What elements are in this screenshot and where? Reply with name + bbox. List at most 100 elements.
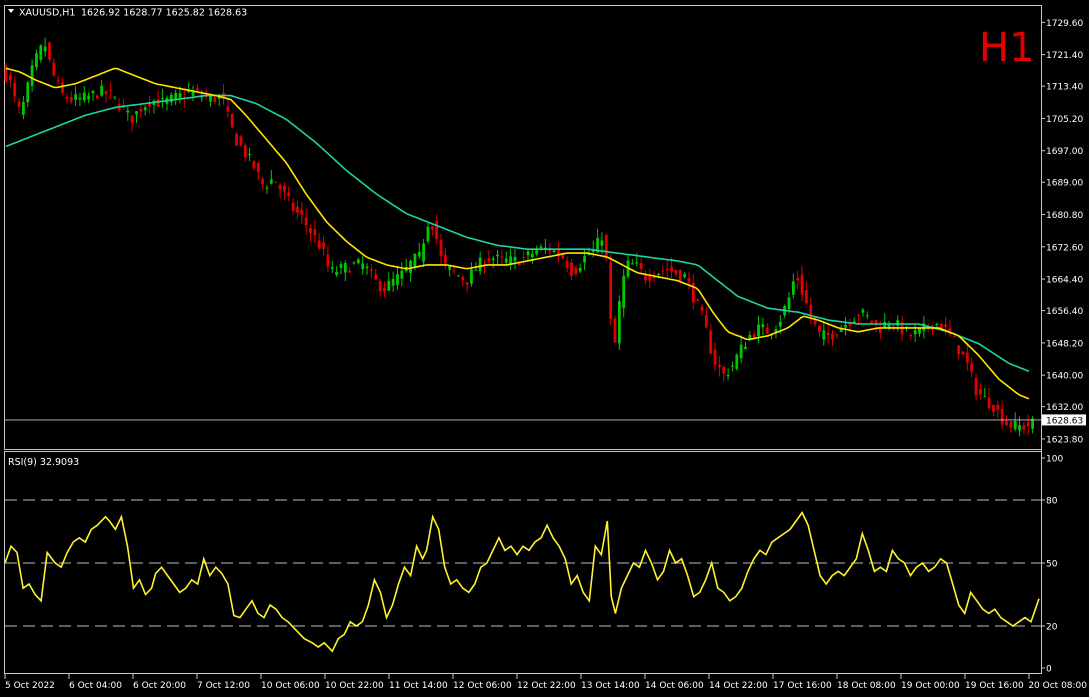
candle-body	[426, 226, 430, 242]
candle-body	[213, 97, 217, 102]
candle	[744, 342, 747, 350]
candle-body	[104, 91, 108, 95]
candle-body	[857, 315, 860, 317]
candle-body	[1000, 408, 1004, 425]
candle	[713, 342, 717, 372]
candle-body	[391, 279, 395, 286]
candle	[435, 214, 439, 245]
candle	[352, 260, 356, 265]
candle-body	[535, 250, 539, 255]
candle	[570, 258, 573, 281]
candle-body	[765, 327, 769, 334]
candle	[378, 278, 382, 297]
candle	[674, 269, 678, 277]
candle	[1005, 415, 1008, 427]
candle-body	[670, 266, 673, 272]
candle	[1031, 415, 1034, 434]
candle-body	[722, 366, 726, 374]
rsi-tick-label: 50	[1046, 560, 1058, 570]
price-tick-label: 1656.40	[1046, 307, 1083, 317]
candle	[718, 356, 721, 377]
candle	[174, 89, 178, 105]
candle	[478, 251, 482, 276]
current-price-label: 1628.63	[1046, 416, 1083, 426]
candle-body	[709, 330, 713, 354]
candle	[165, 95, 169, 111]
candle-body	[665, 268, 669, 271]
candle-body	[243, 145, 247, 158]
candle	[139, 103, 143, 119]
rsi-tick-label: 20	[1046, 623, 1058, 633]
candle-body	[317, 240, 321, 249]
price-tick-label: 1729.60	[1046, 19, 1083, 29]
candle	[574, 265, 578, 277]
candle	[52, 58, 56, 77]
candle-body	[235, 133, 238, 146]
candle	[865, 311, 869, 320]
candle-body	[252, 160, 256, 169]
candle-body	[552, 250, 556, 253]
candle-body	[283, 185, 286, 192]
candle-body	[343, 262, 347, 273]
candle	[457, 274, 460, 277]
candle	[639, 257, 643, 275]
candle-body	[704, 315, 708, 328]
candle-body	[992, 404, 995, 413]
candle-body	[483, 266, 486, 268]
candle-body	[417, 251, 421, 257]
candle-body	[370, 269, 373, 271]
candle-body	[461, 276, 465, 281]
symbol-dropdown-icon[interactable]	[8, 9, 14, 13]
candle-body	[761, 324, 765, 328]
candle-body	[352, 262, 356, 264]
candle	[996, 400, 1000, 418]
candle	[322, 236, 325, 256]
candle	[226, 99, 230, 118]
candle	[970, 357, 974, 378]
candle-body	[100, 85, 104, 96]
candle-body	[130, 115, 134, 123]
candle-body	[805, 290, 808, 304]
price-tick-label: 1697.00	[1046, 147, 1083, 157]
candle-body	[78, 97, 82, 100]
candle	[874, 319, 878, 333]
candle	[8, 71, 12, 88]
chart-canvas: XAUUSD,H1 1626.92 1628.77 1625.82 1628.6…	[4, 5, 1087, 691]
candle-body	[126, 110, 130, 113]
candle	[796, 270, 800, 290]
candle-body	[74, 94, 77, 100]
candle-body	[1005, 421, 1008, 426]
candle	[961, 351, 965, 355]
candle	[396, 265, 399, 290]
candle-body	[487, 257, 491, 262]
price-tick-label: 1623.80	[1046, 435, 1083, 445]
candle	[979, 382, 982, 400]
candle-body	[635, 262, 639, 264]
candle	[565, 256, 569, 272]
candle-body	[796, 277, 800, 281]
candle	[1000, 400, 1004, 429]
rsi-levels	[5, 499, 1041, 627]
candle	[761, 317, 765, 336]
candle-body	[291, 202, 295, 211]
candle-body	[987, 397, 991, 409]
candle	[143, 105, 147, 116]
candle	[835, 333, 839, 339]
time-tick-label: 19 Oct 16:00	[965, 681, 1024, 691]
candle-body	[335, 271, 338, 275]
candle-body	[778, 321, 782, 327]
candle-body	[974, 378, 978, 396]
candle-body	[600, 240, 604, 246]
candle-body	[613, 318, 617, 343]
candle	[400, 262, 404, 287]
candle	[113, 96, 117, 100]
candle-body	[604, 235, 608, 257]
candle	[992, 404, 995, 417]
candle-body	[522, 256, 526, 258]
candle	[430, 225, 434, 236]
candle-body	[156, 98, 160, 107]
candle-body	[661, 270, 665, 272]
candle-body	[39, 45, 43, 60]
candle-body	[970, 363, 974, 372]
candle	[409, 259, 412, 282]
